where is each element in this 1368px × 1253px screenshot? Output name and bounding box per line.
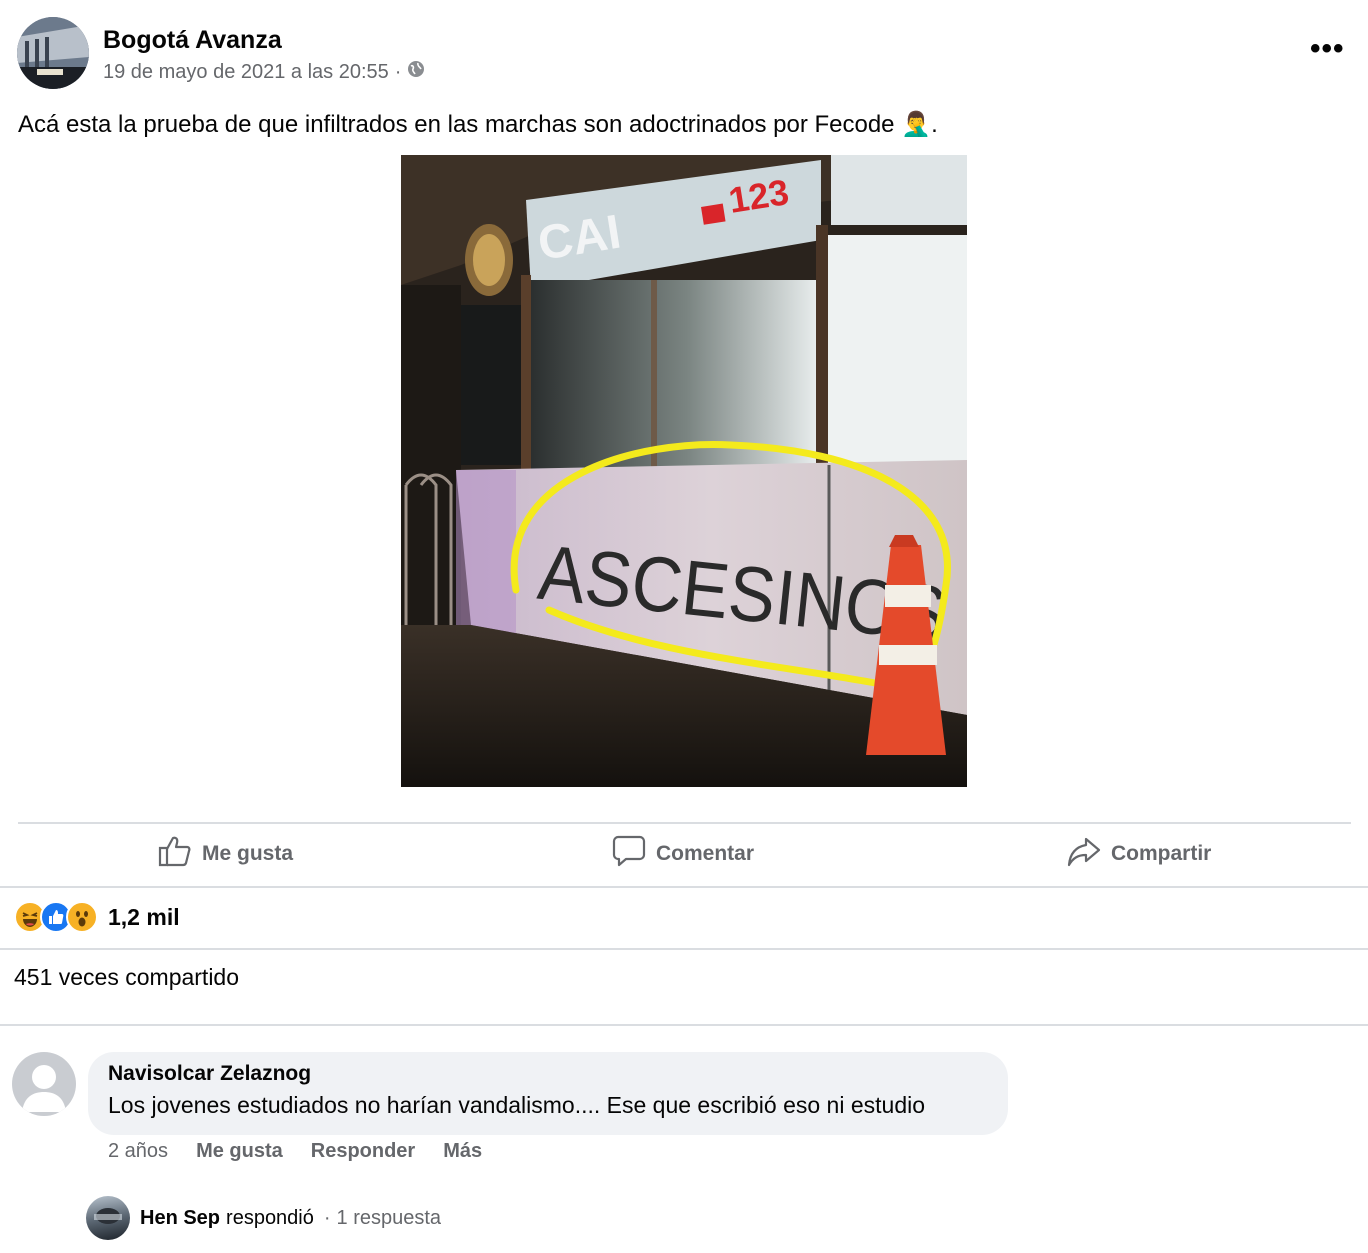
like-button-label: Me gusta bbox=[202, 842, 294, 865]
post-text-end: . bbox=[931, 111, 938, 138]
comment-actions: 2 años Me gusta Responder Más bbox=[108, 1140, 482, 1163]
post-meta: 19 de mayo de 2021 a las 20:55 · bbox=[103, 60, 425, 84]
comment-button[interactable]: Comentar bbox=[612, 834, 755, 874]
comment-age[interactable]: 2 años bbox=[108, 1140, 168, 1163]
page-name[interactable]: Bogotá Avanza bbox=[103, 26, 282, 55]
speech-bubble-icon bbox=[612, 834, 646, 874]
reply-verb: respondió bbox=[226, 1206, 314, 1229]
divider-reactions bbox=[0, 948, 1368, 950]
comment-more-link[interactable]: Más bbox=[443, 1140, 482, 1163]
post-timestamp[interactable]: 19 de mayo de 2021 a las 20:55 bbox=[103, 61, 389, 84]
thumbs-up-icon bbox=[158, 834, 192, 874]
post-text: Acá esta la prueba de que infiltrados en… bbox=[18, 110, 938, 139]
comment-bubble: Navisolcar Zelaznog Los jovenes estudiad… bbox=[88, 1052, 1008, 1135]
comment-author[interactable]: Navisolcar Zelaznog bbox=[108, 1062, 988, 1086]
post-body: Acá esta la prueba de que infiltrados en… bbox=[18, 111, 895, 138]
page-avatar[interactable] bbox=[17, 17, 89, 89]
share-button-label: Compartir bbox=[1111, 842, 1212, 865]
facepalm-emoji: 🤦‍♂️ bbox=[901, 111, 932, 138]
share-arrow-icon bbox=[1067, 834, 1101, 874]
post-photo[interactable]: CAI 123 ASCESINOS bbox=[401, 155, 967, 787]
reply-separator: · bbox=[323, 1206, 331, 1229]
comment-reply-link[interactable]: Responder bbox=[311, 1140, 415, 1163]
divider-actions-bottom bbox=[0, 886, 1368, 888]
meta-separator: · bbox=[394, 60, 402, 83]
replier-avatar[interactable] bbox=[86, 1196, 130, 1240]
comment-like-link[interactable]: Me gusta bbox=[196, 1140, 283, 1163]
more-options-icon[interactable]: ••• bbox=[1310, 32, 1345, 66]
replier-name[interactable]: Hen Sep bbox=[140, 1207, 220, 1230]
reply-summary[interactable]: Hen Sep respondió · 1 respuesta bbox=[86, 1196, 441, 1240]
like-button[interactable]: Me gusta bbox=[158, 836, 293, 872]
reply-count[interactable]: 1 respuesta bbox=[337, 1207, 442, 1230]
share-count[interactable]: 451 veces compartido bbox=[14, 964, 239, 991]
comment-text: Los jovenes estudiados no harían vandali… bbox=[108, 1092, 926, 1118]
reaction-count[interactable]: 1,2 mil bbox=[108, 904, 180, 931]
comment-button-label: Comentar bbox=[656, 842, 755, 865]
divider-actions-top bbox=[18, 822, 1351, 824]
globe-icon bbox=[407, 60, 425, 84]
commenter-avatar[interactable] bbox=[12, 1052, 76, 1116]
wow-icon bbox=[66, 901, 98, 933]
divider-comments bbox=[0, 1024, 1368, 1026]
reactions-summary[interactable]: 1,2 mil bbox=[14, 901, 180, 933]
share-button[interactable]: Compartir bbox=[1067, 836, 1211, 872]
